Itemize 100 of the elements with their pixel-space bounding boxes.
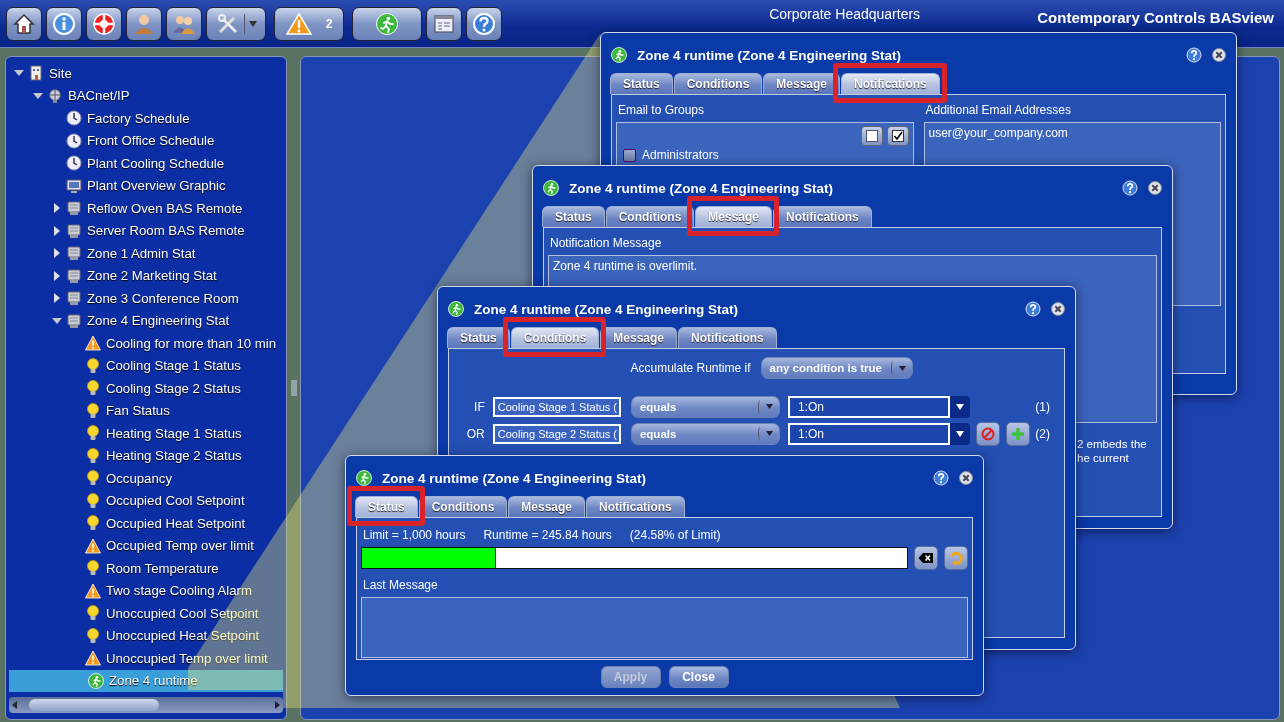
tree-item[interactable]: Front Office Schedule bbox=[6, 129, 286, 152]
dialog-title: Zone 4 runtime (Zone 4 Engineering Stat) bbox=[569, 180, 835, 196]
runtime-button[interactable] bbox=[352, 6, 422, 41]
tree-item[interactable]: Cooling Stage 2 Status bbox=[6, 377, 286, 400]
tree-item[interactable]: Factory Schedule bbox=[6, 107, 286, 130]
select-all-button[interactable] bbox=[886, 126, 909, 146]
tree-item[interactable]: Plant Cooling Schedule bbox=[6, 152, 286, 175]
add-condition-button[interactable] bbox=[1005, 421, 1030, 446]
runner-icon bbox=[543, 180, 559, 196]
tools-button[interactable] bbox=[206, 6, 266, 41]
dialog-title: Zone 4 runtime (Zone 4 Engineering Stat) bbox=[474, 301, 740, 317]
caret-icon bbox=[955, 403, 964, 410]
users-button[interactable] bbox=[166, 6, 202, 41]
caret-icon bbox=[766, 404, 773, 409]
runner-icon bbox=[448, 301, 464, 317]
tree-item[interactable]: Unoccupied Heat Setpoint bbox=[6, 624, 286, 647]
runner-icon bbox=[611, 47, 627, 63]
clock-icon bbox=[66, 132, 82, 149]
tree-item[interactable]: Room Temperature bbox=[6, 557, 286, 580]
help-button[interactable] bbox=[466, 6, 502, 41]
tree-item[interactable]: Zone 1 Admin Stat bbox=[6, 242, 286, 265]
percent-text: (24.58% of Limit) bbox=[629, 528, 721, 542]
splitter-grip-icon[interactable] bbox=[290, 380, 297, 396]
home-button[interactable] bbox=[6, 6, 42, 41]
tree-item[interactable]: Occupied Heat Setpoint bbox=[6, 512, 286, 535]
prohibit-icon bbox=[980, 426, 995, 441]
device-icon bbox=[66, 290, 82, 307]
runner-icon bbox=[356, 470, 372, 486]
warning-icon bbox=[85, 335, 101, 352]
select-none-button[interactable] bbox=[860, 126, 883, 146]
info-button[interactable] bbox=[46, 6, 82, 41]
help-icon[interactable] bbox=[933, 470, 949, 486]
lightbulb-icon bbox=[85, 560, 101, 577]
tree-item[interactable]: Unoccupied Temp over limit bbox=[6, 647, 286, 670]
clear-icon bbox=[918, 552, 934, 564]
device-icon bbox=[66, 245, 82, 262]
lightbulb-icon bbox=[85, 470, 101, 487]
warning-icon bbox=[85, 582, 101, 599]
remove-condition-button[interactable] bbox=[975, 421, 1000, 446]
runner-icon bbox=[88, 672, 104, 689]
tree-item[interactable]: Occupancy bbox=[6, 467, 286, 490]
tree-item[interactable]: Zone 4 Engineering Stat bbox=[6, 309, 286, 332]
tree-item[interactable]: Heating Stage 2 Status bbox=[6, 444, 286, 467]
window-button[interactable] bbox=[426, 6, 462, 41]
condition-number: (1) bbox=[1035, 399, 1051, 414]
device-icon bbox=[66, 267, 82, 284]
tree-item[interactable]: Cooling Stage 1 Status bbox=[6, 354, 286, 377]
lightbulb-icon bbox=[85, 357, 101, 374]
help-icon[interactable] bbox=[1025, 301, 1041, 317]
lightbulb-icon bbox=[85, 605, 101, 622]
tree-item[interactable]: Heating Stage 1 Status bbox=[6, 422, 286, 445]
lightbulb-icon bbox=[85, 447, 101, 464]
tree-item[interactable]: Zone 2 Marketing Stat bbox=[6, 264, 286, 287]
tree-item[interactable]: Zone 3 Conference Room bbox=[6, 287, 286, 310]
user-button[interactable] bbox=[126, 6, 162, 41]
tree-item[interactable]: Occupied Cool Setpoint bbox=[6, 489, 286, 512]
alarm-count: 2 bbox=[325, 16, 333, 31]
horizontal-scrollbar[interactable] bbox=[9, 697, 283, 713]
monitor-icon bbox=[66, 177, 82, 194]
building-icon bbox=[28, 65, 44, 82]
lifebuoy-icon bbox=[92, 11, 116, 36]
last-message-field[interactable] bbox=[361, 597, 968, 658]
tree-item[interactable]: Occupied Temp over limit bbox=[6, 534, 286, 557]
warning-icon bbox=[285, 11, 312, 36]
tree-item[interactable]: Fan Status bbox=[6, 399, 286, 422]
close-icon[interactable] bbox=[959, 471, 973, 485]
condition-joiner: OR bbox=[465, 426, 486, 441]
close-icon[interactable] bbox=[1051, 302, 1065, 316]
limit-text: Limit = 1,000 hours bbox=[363, 528, 466, 542]
field-label: Notification Message bbox=[550, 236, 663, 250]
lightbulb-icon bbox=[85, 425, 101, 442]
support-button[interactable] bbox=[86, 6, 122, 41]
field-label: Last Message bbox=[363, 578, 439, 592]
tree-item[interactable]: Plant Overview Graphic bbox=[6, 174, 286, 197]
tree-item[interactable]: Cooling for more than 10 min bbox=[6, 332, 286, 355]
field-label: Email to Groups bbox=[618, 103, 706, 117]
group-label: Administrators bbox=[642, 148, 719, 162]
point-field[interactable]: Cooling Stage 2 Status ( bbox=[492, 423, 621, 444]
point-field[interactable]: Cooling Stage 1 Status ( bbox=[492, 396, 621, 417]
checkbox[interactable] bbox=[623, 148, 636, 162]
reset-button[interactable] bbox=[944, 546, 968, 570]
scroll-thumb[interactable] bbox=[29, 699, 159, 711]
help-icon[interactable] bbox=[1122, 180, 1138, 196]
tree-item[interactable]: Unoccupied Cool Setpoint bbox=[6, 602, 286, 625]
warning-icon bbox=[85, 650, 101, 667]
help-icon bbox=[472, 11, 496, 36]
help-icon[interactable] bbox=[1186, 47, 1202, 63]
globe-icon bbox=[47, 87, 63, 104]
clear-button[interactable] bbox=[914, 546, 938, 570]
tree-item[interactable]: Site bbox=[6, 62, 286, 85]
tree-item[interactable]: BACnet/IP bbox=[6, 84, 286, 107]
close-icon[interactable] bbox=[1148, 181, 1162, 195]
caret-icon bbox=[955, 430, 964, 437]
close-icon[interactable] bbox=[1212, 48, 1226, 62]
tree-item[interactable]: Reflow Oven BAS Remote bbox=[6, 197, 286, 220]
info-icon bbox=[52, 11, 76, 36]
tree-item[interactable]: Server Room BAS Remote bbox=[6, 219, 286, 242]
hint-text: 2 embeds the bbox=[1077, 437, 1147, 451]
plus-icon bbox=[1010, 426, 1025, 441]
condition-number: (2) bbox=[1035, 426, 1051, 441]
